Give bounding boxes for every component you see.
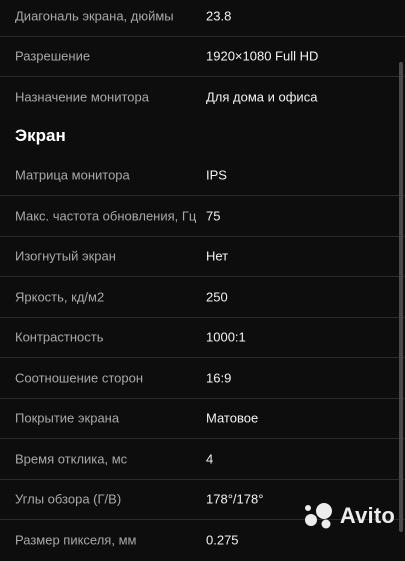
specs-list: Диагональ экрана, дюймы 23.8 Разрешение … [0,0,405,561]
spec-value: 16:9 [206,370,232,386]
spec-label: Назначение монитора [15,89,149,105]
spec-label: Изогнутый экран [15,248,116,264]
watermark-text: Avito [339,503,395,528]
spec-row-purpose: Назначение монитора Для дома и офиса [0,77,405,118]
spec-label: Время отклика, мс [15,451,128,467]
spec-row-matrix: Матрица монитора IPS [0,156,405,196]
spec-row-aspect-ratio: Соотношение сторон 16:9 [0,358,405,399]
spec-value: 1000:1 [206,329,246,345]
spec-label: Покрытие экрана [15,410,120,426]
spec-label: Матрица монитора [15,167,130,183]
spec-row-curved: Изогнутый экран Нет [0,237,405,277]
spec-value: Для дома и офиса [206,89,318,105]
spec-value: IPS [206,167,227,183]
spec-label: Соотношение сторон [15,370,144,386]
spec-label: Размер пикселя, мм [15,532,137,548]
avito-watermark: Avito [302,502,395,530]
spec-row-resolution: Разрешение 1920×1080 Full HD [0,37,405,77]
spec-row-refresh-rate: Макс. частота обновления, Гц 75 [0,196,405,237]
section-title: Экран [15,125,66,145]
section-heading-screen: Экран [0,118,405,156]
spec-row-contrast: Контрастность 1000:1 [0,318,405,358]
spec-value: Матовое [206,410,259,426]
spec-row-brightness: Яркость, кд/м2 250 [0,277,405,318]
spec-value: 0.275 [206,532,239,548]
spec-label: Диагональ экрана, дюймы [15,8,174,24]
spec-row-diagonal: Диагональ экрана, дюймы 23.8 [0,0,405,37]
scrollbar[interactable] [399,62,403,532]
spec-value: 178°/178° [206,491,264,507]
spec-label: Макс. частота обновления, Гц [15,208,197,224]
spec-value: 250 [206,289,228,305]
spec-row-response-time: Время отклика, мс 4 [0,439,405,480]
spec-value: 23.8 [206,8,232,24]
spec-label: Яркость, кд/м2 [15,289,105,305]
spec-label: Контрастность [15,329,104,345]
spec-label: Углы обзора (Г/В) [15,491,122,507]
spec-value: 75 [206,208,221,224]
spec-value: 4 [206,451,214,467]
spec-label: Разрешение [15,48,91,64]
spec-value: Нет [206,248,229,264]
spec-value: 1920×1080 Full HD [206,48,319,64]
avito-logo-icon [302,502,336,530]
spec-row-coating: Покрытие экрана Матовое [0,399,405,439]
